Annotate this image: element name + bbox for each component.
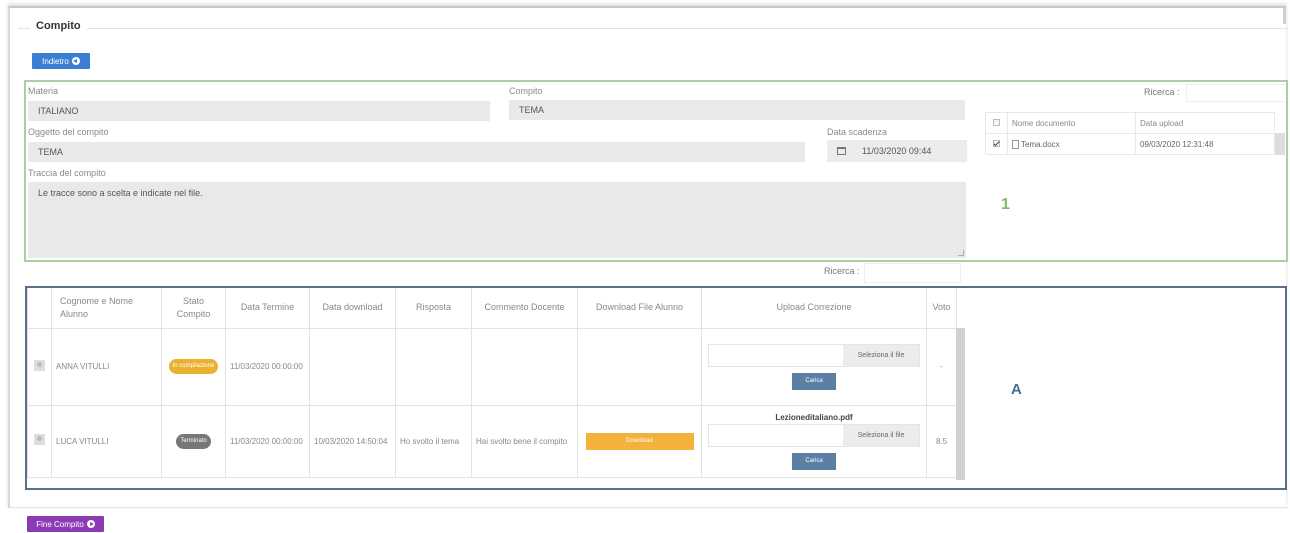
compito-label: Compito	[509, 86, 543, 96]
oggetto-label: Oggetto del compito	[28, 127, 109, 137]
row-checkbox[interactable]	[993, 139, 1000, 147]
table-row[interactable]: LUCA VITULLI Terminato 11/03/2020 00:00:…	[27, 404, 957, 478]
select-file-button[interactable]: Seleziona il file	[843, 425, 919, 446]
file-input[interactable]: Seleziona il file	[708, 424, 920, 447]
download-date	[309, 327, 396, 406]
select-all-checkbox[interactable]	[993, 118, 1000, 126]
doc-search-label: Ricerca :	[1144, 87, 1180, 97]
traccia-text: Le tracce sono a scelta e indicate nel f…	[38, 188, 203, 198]
col-comment: Commento Docente	[471, 288, 578, 329]
frame-edge	[1283, 8, 1286, 24]
end-date: 11/03/2020 00:00:00	[225, 404, 310, 478]
resize-handle-icon[interactable]	[958, 250, 964, 256]
finish-button-label: Fine Compito	[36, 519, 84, 529]
materia-label: Materia	[28, 86, 59, 96]
col-answer: Risposta	[395, 288, 472, 329]
student-search-label: Ricerca :	[824, 266, 860, 276]
avatar-icon	[34, 434, 45, 445]
scadenza-label: Data scadenza	[827, 127, 888, 137]
col-name: Cognome e Nome Alunno	[51, 288, 162, 329]
col-avatar	[27, 288, 52, 329]
calendar-icon	[837, 147, 846, 155]
back-button-label: Indietro	[42, 56, 69, 66]
scadenza-value: 11/03/2020 09:44	[862, 146, 932, 156]
documents-header: Nome documento Data upload	[985, 112, 1275, 134]
upload-button-label: Carica	[805, 458, 823, 464]
col-status: Stato Compito	[161, 288, 226, 329]
download-cell	[577, 327, 702, 406]
student-name: LUCA VITULLI	[51, 404, 162, 478]
col-nome-documento: Nome documento	[1007, 112, 1136, 134]
uploaded-filename[interactable]: Lezioneditaliano.pdf	[706, 412, 922, 423]
answer	[395, 327, 472, 406]
finish-button[interactable]: Fine Compito	[27, 516, 104, 532]
status-badge: In compilazione	[168, 359, 219, 374]
documents-scrollbar[interactable]	[1275, 133, 1285, 155]
back-button[interactable]: Indietro	[32, 53, 90, 69]
compito-field[interactable]: TEMA	[509, 100, 965, 120]
materia-field[interactable]: ITALIANO	[28, 101, 490, 121]
scadenza-field[interactable]: 11/03/2020 09:44	[827, 140, 967, 162]
comment	[471, 327, 578, 406]
oggetto-field[interactable]: TEMA	[28, 142, 805, 162]
student-search-input[interactable]	[864, 263, 961, 283]
upload-cell: Seleziona il file Carica	[701, 327, 927, 406]
col-download-date: Data download	[309, 288, 396, 329]
student-name: ANNA VITULLI	[51, 327, 162, 406]
document-date: 09/03/2020 12:31:48	[1135, 133, 1275, 155]
doc-search-input[interactable]	[1186, 84, 1285, 102]
traccia-label: Traccia del compito	[28, 168, 106, 178]
upload-button[interactable]: Carica	[792, 372, 836, 390]
annotation-1: 1	[1001, 196, 1010, 213]
annotation-A: A	[1011, 381, 1022, 398]
document-name[interactable]: Tema.docx	[1021, 140, 1060, 149]
students-table: Cognome e Nome Alunno Stato Compito Data…	[27, 288, 957, 478]
col-data-upload: Data upload	[1135, 112, 1275, 134]
download-cell: Download	[577, 404, 702, 478]
traccia-textarea[interactable]: Le tracce sono a scelta e indicate nel f…	[28, 182, 966, 258]
document-row[interactable]: Tema.docx 09/03/2020 12:31:48	[985, 133, 1275, 155]
page-title: Compito	[30, 20, 87, 32]
footer-divider	[10, 507, 1288, 508]
status-badge: Terminato	[176, 433, 211, 449]
download-button[interactable]: Download	[585, 432, 694, 450]
students-scrollbar[interactable]	[956, 328, 965, 480]
table-row[interactable]: ANNA VITULLI In compilazione 11/03/2020 …	[27, 327, 957, 406]
end-date: 11/03/2020 00:00:00	[225, 327, 310, 406]
grade: 8.5	[926, 404, 957, 478]
upload-cell: Lezioneditaliano.pdf Seleziona il file C…	[701, 404, 927, 478]
comment: Hai svolto bene il compito	[471, 404, 578, 478]
col-grade: Voto	[926, 288, 957, 329]
arrow-left-circle-icon	[71, 57, 80, 65]
col-upload: Upload Correzione	[701, 288, 927, 329]
title-divider	[18, 28, 1288, 29]
file-icon	[1012, 139, 1019, 149]
col-end-date: Data Termine	[225, 288, 310, 329]
col-download-file: Download File Alunno	[577, 288, 702, 329]
download-date: 10/03/2020 14:50:04	[309, 404, 396, 478]
select-file-button[interactable]: Seleziona il file	[843, 344, 919, 366]
avatar-icon	[34, 359, 45, 371]
grade: -	[926, 327, 957, 406]
students-header: Cognome e Nome Alunno Stato Compito Data…	[27, 288, 957, 329]
arrow-right-circle-icon	[86, 520, 95, 528]
upload-button-label: Carica	[805, 377, 823, 384]
file-input[interactable]: Seleziona il file	[708, 343, 920, 367]
documents-table: Nome documento Data upload Tema.docx 09/…	[985, 112, 1275, 155]
upload-button[interactable]: Carica	[792, 453, 836, 470]
answer: Ho svolto il tema	[395, 404, 472, 478]
